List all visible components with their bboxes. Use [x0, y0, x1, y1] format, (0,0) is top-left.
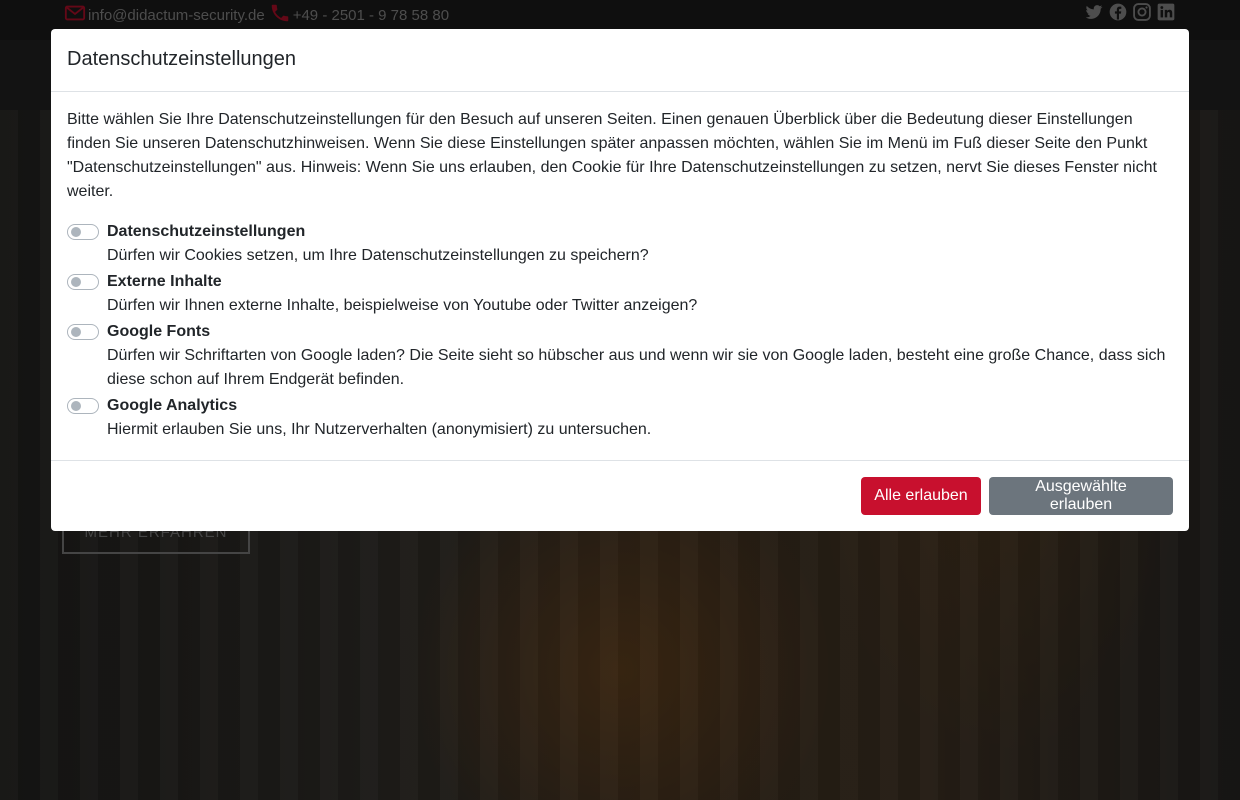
allow-selected-button[interactable]: Ausgewählte erlauben [989, 477, 1173, 515]
option-google-analytics: Google Analytics Hiermit erlauben Sie un… [67, 394, 1173, 442]
google-fonts-toggle[interactable] [67, 324, 99, 340]
google-analytics-toggle[interactable] [67, 398, 99, 414]
option-label: Datenschutzeinstellungen [107, 223, 306, 240]
modal-title: Datenschutzeinstellungen [67, 48, 297, 70]
option-label: Externe Inhalte [107, 273, 222, 290]
option-description: Dürfen wir Ihnen externe Inhalte, beispi… [107, 297, 698, 314]
allow-all-button[interactable]: Alle erlauben [861, 477, 981, 515]
modal-footer: Alle erlauben Ausgewählte erlauben [51, 460, 1189, 531]
option-privacy-settings: Datenschutzeinstellungen Dürfen wir Cook… [67, 220, 1173, 268]
modal-header: Datenschutzeinstellungen [51, 29, 1189, 92]
external-content-toggle[interactable] [67, 274, 99, 290]
option-google-fonts: Google Fonts Dürfen wir Schriftarten von… [67, 320, 1173, 392]
intro-text: Bitte wählen Sie Ihre Datenschutzeinstel… [67, 111, 1157, 200]
option-label: Google Fonts [107, 323, 211, 340]
privacy-options: Datenschutzeinstellungen Dürfen wir Cook… [67, 220, 1173, 442]
option-description: Dürfen wir Schriftarten von Google laden… [107, 347, 1166, 388]
privacy-settings-toggle[interactable] [67, 224, 99, 240]
modal-body: Bitte wählen Sie Ihre Datenschutzeinstel… [51, 92, 1189, 442]
option-label: Google Analytics [107, 397, 238, 414]
option-description: Dürfen wir Cookies setzen, um Ihre Daten… [107, 247, 649, 264]
option-description: Hiermit erlauben Sie uns, Ihr Nutzerverh… [107, 421, 652, 438]
option-external-content: Externe Inhalte Dürfen wir Ihnen externe… [67, 270, 1173, 318]
privacy-settings-modal: Datenschutzeinstellungen Bitte wählen Si… [51, 29, 1189, 531]
